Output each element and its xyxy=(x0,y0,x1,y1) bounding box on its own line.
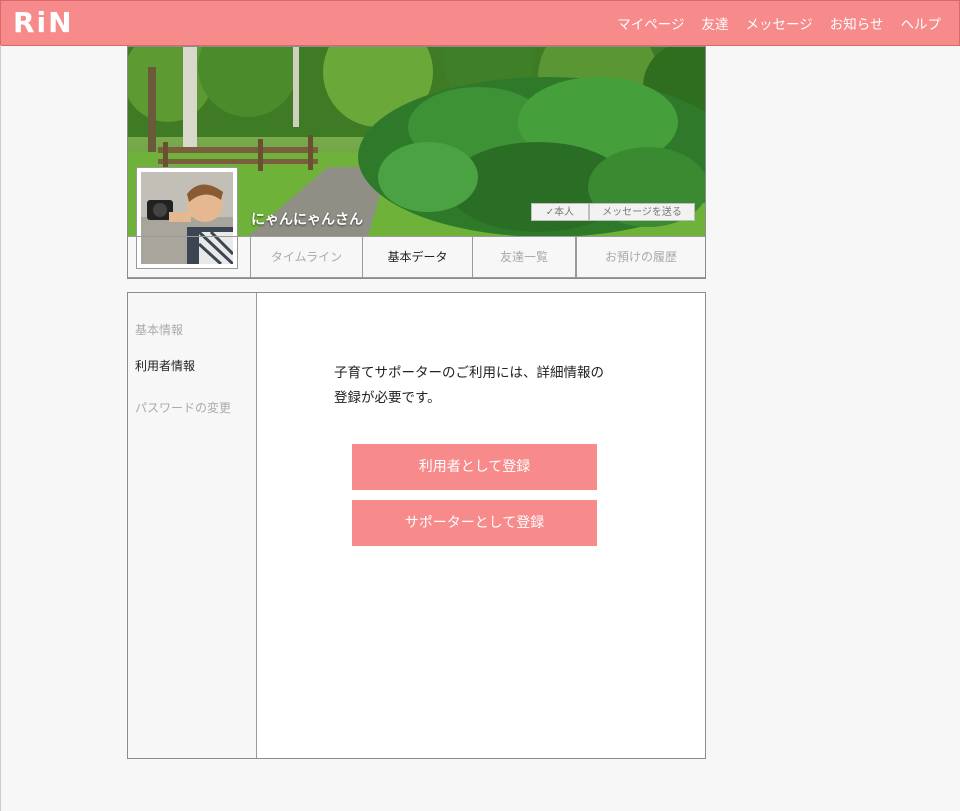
nav-friends[interactable]: 友達 xyxy=(702,13,729,33)
tab-basic-data[interactable]: 基本データ xyxy=(362,236,472,277)
settings-sidebar: 基本情報 利用者情報 パスワードの変更 xyxy=(128,293,257,758)
send-message-button[interactable]: メッセージを送る xyxy=(589,203,695,221)
page-left-border xyxy=(0,45,1,811)
main-nav: マイページ 友達 メッセージ お知らせ ヘルプ xyxy=(600,1,941,45)
nav-help[interactable]: ヘルプ xyxy=(901,13,942,33)
sidebar-item-basic-info[interactable]: 基本情報 xyxy=(135,321,183,338)
profile-tabs: タイムライン 基本データ 友達一覧 お預けの履歴 xyxy=(250,236,705,278)
register-as-supporter-button[interactable]: サポーターとして登録 xyxy=(352,500,597,546)
content-panel: 基本情報 利用者情報 パスワードの変更 子育てサポーターのご利用には、詳細情報の… xyxy=(127,292,706,759)
avatar[interactable] xyxy=(136,167,238,269)
sidebar-item-user-info[interactable]: 利用者情報 xyxy=(135,357,195,374)
register-as-user-button[interactable]: 利用者として登録 xyxy=(352,444,597,490)
tab-deposit-history[interactable]: お預けの履歴 xyxy=(575,236,705,277)
notice-line-2: 登録が必要です。 xyxy=(334,390,441,406)
tab-friends-list[interactable]: 友達一覧 xyxy=(472,236,575,277)
tab-bottom-border xyxy=(128,277,705,278)
top-navigation-bar: RiN マイページ 友達 メッセージ お知らせ ヘルプ xyxy=(0,0,960,46)
profile-header: にゃんにゃんさん ✓本人 メッセージを送る タイムライン 基本データ 友達一覧 … xyxy=(127,46,706,279)
sidebar-item-password-change[interactable]: パスワードの変更 xyxy=(135,399,231,416)
app-logo[interactable]: RiN xyxy=(13,7,74,39)
tab-row-divider xyxy=(128,236,250,237)
notice-line-1: 子育てサポーターのご利用には、詳細情報の xyxy=(334,365,604,381)
nav-messages[interactable]: メッセージ xyxy=(746,13,813,33)
profile-username: にゃんにゃんさん xyxy=(251,212,363,228)
registration-notice: 子育てサポーターのご利用には、詳細情報の 登録が必要です。 xyxy=(334,361,634,411)
nav-notifications[interactable]: お知らせ xyxy=(830,13,884,33)
tab-timeline[interactable]: タイムライン xyxy=(250,236,362,277)
nav-my-page[interactable]: マイページ xyxy=(617,13,684,33)
verified-badge: ✓本人 xyxy=(531,203,589,221)
